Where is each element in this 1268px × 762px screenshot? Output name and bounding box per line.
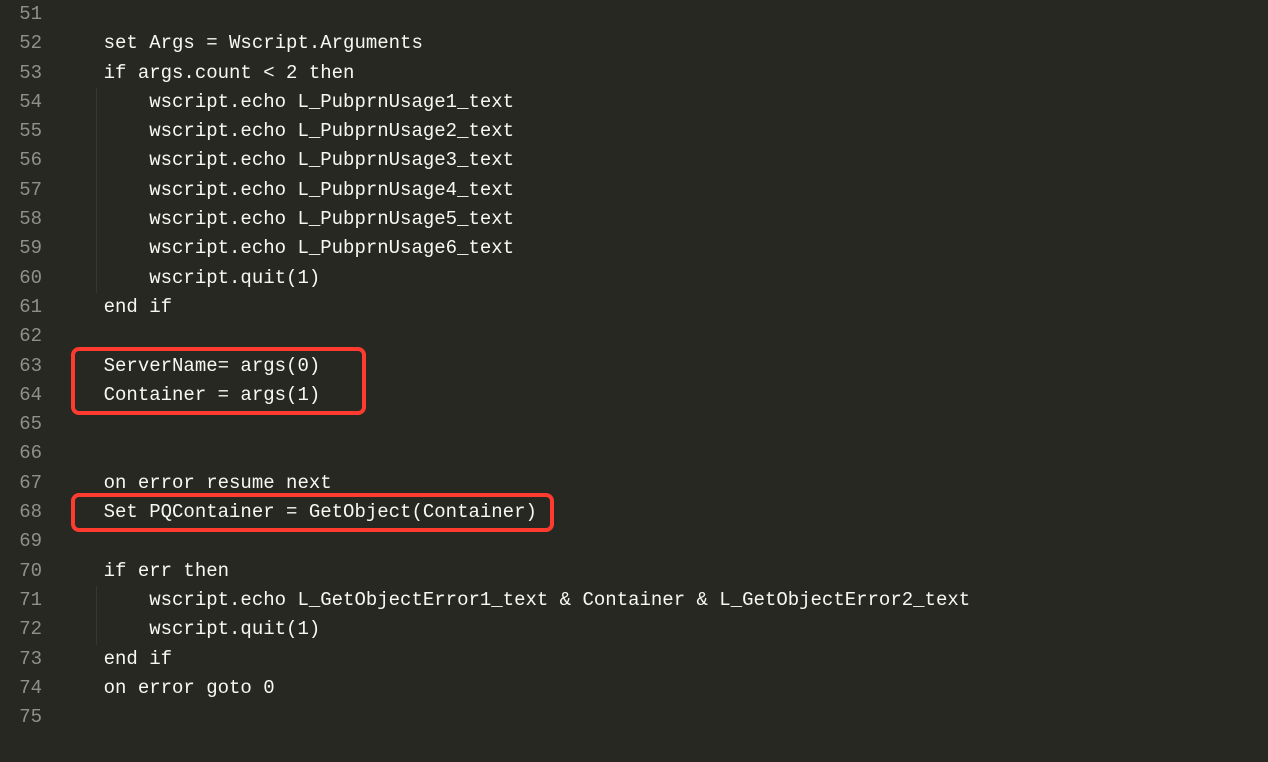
- line-number: 56: [0, 146, 42, 175]
- line-number: 58: [0, 205, 42, 234]
- code-line[interactable]: wscript.quit(1): [58, 615, 1268, 644]
- code-line[interactable]: on error goto 0: [58, 674, 1268, 703]
- line-number: 61: [0, 293, 42, 322]
- code-line[interactable]: on error resume next: [58, 469, 1268, 498]
- line-number: 67: [0, 469, 42, 498]
- code-line[interactable]: if args.count < 2 then: [58, 59, 1268, 88]
- line-number: 52: [0, 29, 42, 58]
- code-line[interactable]: [58, 439, 1268, 468]
- code-text: wscript.echo L_PubprnUsage1_text: [58, 91, 514, 113]
- code-text: end if: [58, 648, 172, 670]
- line-number: 65: [0, 410, 42, 439]
- code-text: wscript.quit(1): [58, 618, 320, 640]
- line-number: 63: [0, 352, 42, 381]
- code-line[interactable]: [58, 410, 1268, 439]
- line-number: 62: [0, 322, 42, 351]
- code-line[interactable]: Set PQContainer = GetObject(Container): [58, 498, 1268, 527]
- code-text: end if: [58, 296, 172, 318]
- code-text: wscript.quit(1): [58, 267, 320, 289]
- code-line[interactable]: set Args = Wscript.Arguments: [58, 29, 1268, 58]
- code-text: wscript.echo L_PubprnUsage5_text: [58, 208, 514, 230]
- line-number: 54: [0, 88, 42, 117]
- line-number: 71: [0, 586, 42, 615]
- code-line[interactable]: end if: [58, 645, 1268, 674]
- line-number: 74: [0, 674, 42, 703]
- code-text: wscript.echo L_PubprnUsage6_text: [58, 237, 514, 259]
- code-text: on error resume next: [58, 472, 332, 494]
- code-text: Set PQContainer = GetObject(Container): [58, 501, 537, 523]
- code-line[interactable]: wscript.echo L_GetObjectError1_text & Co…: [58, 586, 1268, 615]
- code-text: ServerName= args(0): [58, 355, 320, 377]
- line-number: 68: [0, 498, 42, 527]
- code-text: wscript.echo L_PubprnUsage3_text: [58, 149, 514, 171]
- code-line[interactable]: wscript.echo L_PubprnUsage4_text: [58, 176, 1268, 205]
- code-text: if args.count < 2 then: [58, 62, 354, 84]
- code-line[interactable]: end if: [58, 293, 1268, 322]
- line-number: 66: [0, 439, 42, 468]
- line-number: 69: [0, 527, 42, 556]
- line-number: 75: [0, 703, 42, 732]
- line-number: 53: [0, 59, 42, 88]
- code-text: wscript.echo L_PubprnUsage2_text: [58, 120, 514, 142]
- code-line[interactable]: wscript.echo L_PubprnUsage2_text: [58, 117, 1268, 146]
- line-number: 60: [0, 264, 42, 293]
- line-number: 55: [0, 117, 42, 146]
- code-line[interactable]: wscript.echo L_PubprnUsage3_text: [58, 146, 1268, 175]
- line-number-gutter: 5152535455565758596061626364656667686970…: [0, 0, 58, 762]
- code-text: [58, 413, 104, 435]
- code-line[interactable]: [58, 703, 1268, 732]
- code-line[interactable]: wscript.quit(1): [58, 264, 1268, 293]
- code-text: [58, 3, 104, 25]
- line-number: 70: [0, 557, 42, 586]
- code-line[interactable]: if err then: [58, 557, 1268, 586]
- code-text: [58, 706, 104, 728]
- line-number: 59: [0, 234, 42, 263]
- code-text: on error goto 0: [58, 677, 275, 699]
- line-number: 51: [0, 0, 42, 29]
- code-text: wscript.echo L_PubprnUsage4_text: [58, 179, 514, 201]
- code-text: wscript.echo L_GetObjectError1_text & Co…: [58, 589, 970, 611]
- code-text: [58, 530, 104, 552]
- code-text: Container = args(1): [58, 384, 320, 406]
- code-line[interactable]: Container = args(1): [58, 381, 1268, 410]
- code-text: if err then: [58, 560, 229, 582]
- line-number: 64: [0, 381, 42, 410]
- code-line[interactable]: [58, 0, 1268, 29]
- line-number: 57: [0, 176, 42, 205]
- code-text: [58, 442, 104, 464]
- code-editor[interactable]: 5152535455565758596061626364656667686970…: [0, 0, 1268, 762]
- line-number: 73: [0, 645, 42, 674]
- code-text: [58, 325, 104, 347]
- code-line[interactable]: wscript.echo L_PubprnUsage1_text: [58, 88, 1268, 117]
- code-line[interactable]: wscript.echo L_PubprnUsage6_text: [58, 234, 1268, 263]
- code-area[interactable]: set Args = Wscript.Arguments if args.cou…: [58, 0, 1268, 762]
- code-line[interactable]: ServerName= args(0): [58, 352, 1268, 381]
- code-line[interactable]: [58, 527, 1268, 556]
- code-line[interactable]: wscript.echo L_PubprnUsage5_text: [58, 205, 1268, 234]
- code-text: set Args = Wscript.Arguments: [58, 32, 423, 54]
- line-number: 72: [0, 615, 42, 644]
- code-line[interactable]: [58, 322, 1268, 351]
